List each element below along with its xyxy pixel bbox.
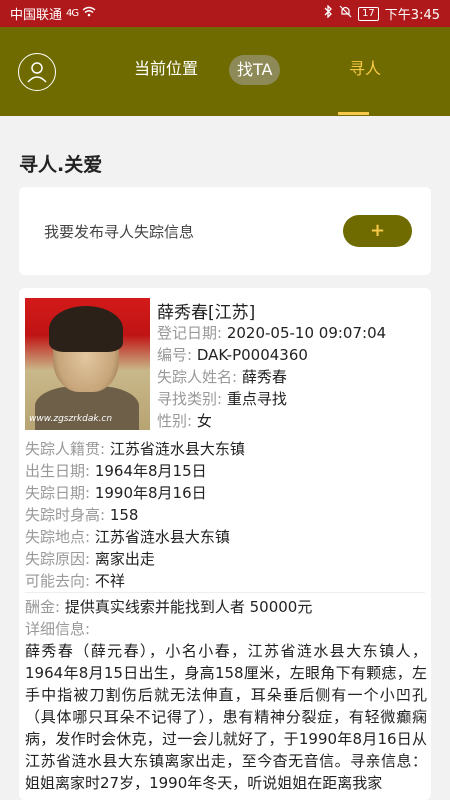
publish-card: 我要发布寻人失踪信息 +	[19, 187, 431, 275]
category-key: 寻找类别:	[157, 390, 223, 408]
reward-value: 提供真实线索并能找到人者 50000元	[64, 598, 313, 616]
missing-name-row: 失踪人姓名: 薛秀春	[157, 366, 287, 388]
reg-date-key: 登记日期:	[157, 324, 223, 342]
place-key: 失踪地点:	[25, 528, 91, 546]
birth-value: 1964年8月15日	[94, 462, 207, 480]
detail-key-row: 详细信息:	[25, 618, 90, 640]
top-nav: 当前位置 找TA 寻人	[0, 27, 450, 116]
destination-key: 可能去向:	[25, 572, 91, 590]
clock: 下午3:45	[384, 8, 440, 23]
person-photo: www.zgszrkdak.cn	[25, 298, 150, 430]
gender-key: 性别:	[157, 412, 193, 430]
active-tab-indicator	[338, 112, 369, 115]
missing-name-key: 失踪人姓名:	[157, 368, 238, 386]
missing-date-key: 失踪日期:	[25, 484, 91, 502]
id-row: 编号: DAK-P0004360	[157, 344, 308, 366]
native-value: 江苏省涟水县大东镇	[109, 440, 245, 458]
publish-label: 我要发布寻人失踪信息	[44, 223, 195, 241]
mute-icon	[339, 5, 352, 22]
section-title: 寻人.关爱	[19, 154, 103, 176]
native-row: 失踪人籍贯: 江苏省涟水县大东镇	[25, 438, 245, 460]
carrier-label: 中国联通	[10, 8, 63, 23]
detail-text: 薛秀春（薛元春），小名小春，江苏省涟水县大东镇人，1964年8月15日出生，身高…	[25, 642, 427, 792]
wifi-icon	[82, 6, 96, 21]
height-value: 158	[109, 506, 139, 524]
destination-value: 不祥	[94, 572, 125, 590]
detail-key: 详细信息:	[25, 620, 91, 638]
destination-row: 可能去向: 不祥	[25, 570, 125, 592]
photo-watermark: www.zgszrkdak.cn	[29, 414, 113, 424]
place-row: 失踪地点: 江苏省涟水县大东镇	[25, 526, 230, 548]
missing-date-row: 失踪日期: 1990年8月16日	[25, 482, 207, 504]
reason-row: 失踪原因: 离家出走	[25, 548, 155, 570]
reason-key: 失踪原因:	[25, 550, 91, 568]
id-key: 编号:	[157, 346, 193, 364]
bluetooth-icon	[324, 4, 333, 22]
missing-date-value: 1990年8月16日	[94, 484, 207, 502]
person-name-title: 薛秀春[江苏]	[157, 303, 256, 323]
height-key: 失踪时身高:	[25, 506, 106, 524]
reg-date-row: 登记日期: 2020-05-10 09:07:04	[157, 322, 386, 344]
category-row: 寻找类别: 重点寻找	[157, 388, 287, 410]
reward-row: 酬金: 提供真实线索并能找到人者 50000元	[25, 596, 312, 618]
reward-key: 酬金:	[25, 598, 61, 616]
place-value: 江苏省涟水县大东镇	[94, 528, 230, 546]
publish-add-button[interactable]: +	[343, 215, 412, 247]
battery-level: 17	[358, 6, 379, 21]
missing-name-value: 薛秀春	[241, 368, 287, 386]
status-bar: 中国联通 4G 17 下午3:45	[0, 0, 450, 27]
native-key: 失踪人籍贯:	[25, 440, 106, 458]
reason-value: 离家出走	[94, 550, 155, 568]
missing-person-card[interactable]: www.zgszrkdak.cn 薛秀春[江苏] 登记日期: 2020-05-1…	[19, 288, 431, 800]
category-value: 重点寻找	[226, 390, 287, 408]
avatar-button[interactable]	[18, 53, 56, 91]
birth-row: 出生日期: 1964年8月15日	[25, 460, 207, 482]
gender-value: 女	[196, 412, 212, 430]
tab-current-location[interactable]: 当前位置	[134, 57, 198, 81]
divider	[25, 592, 425, 593]
height-row: 失踪时身高: 158	[25, 504, 138, 526]
tab-search-person[interactable]: 寻人	[349, 57, 381, 81]
reg-date-value: 2020-05-10 09:07:04	[226, 324, 387, 342]
gender-row: 性别: 女	[157, 410, 212, 432]
birth-key: 出生日期:	[25, 462, 91, 480]
user-icon	[27, 62, 47, 83]
network-indicator: 4G	[66, 8, 79, 19]
id-value: DAK-P0004360	[196, 346, 308, 364]
tab-find-ta[interactable]: 找TA	[229, 55, 281, 85]
